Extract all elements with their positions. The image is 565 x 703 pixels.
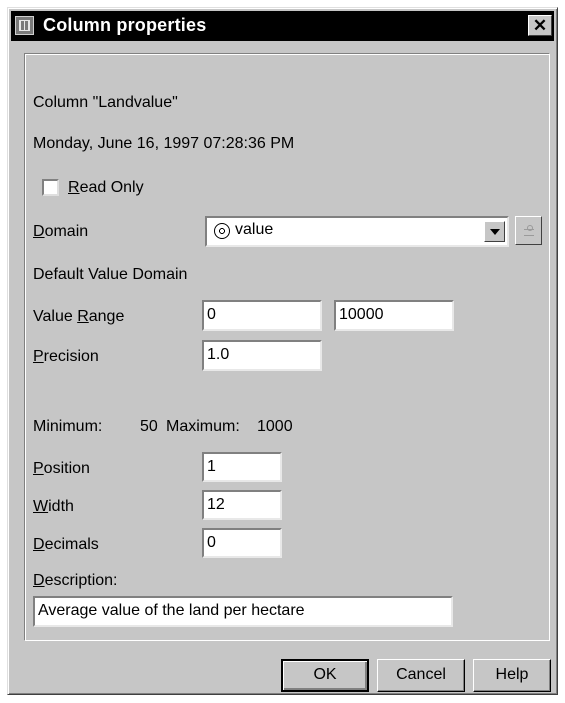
column-properties-dialog: Column properties ✕ Column "Landvalue" M… bbox=[7, 7, 558, 695]
domain-edit-button[interactable] bbox=[515, 216, 542, 245]
read-only-checkbox[interactable] bbox=[42, 179, 59, 196]
width-label: Width bbox=[33, 498, 74, 515]
dialog-title: Column properties bbox=[43, 15, 207, 35]
timestamp-label: Monday, June 16, 1997 07:28:36 PM bbox=[33, 135, 295, 152]
decimals-input[interactable]: 0 bbox=[202, 528, 282, 558]
width-input[interactable]: 12 bbox=[202, 490, 282, 520]
value-range-label: Value Range bbox=[33, 308, 125, 325]
minimum-value: 50 bbox=[140, 418, 158, 435]
precision-input[interactable]: 1.0 bbox=[202, 340, 322, 371]
title-bar[interactable]: Column properties ✕ bbox=[11, 11, 554, 41]
decimals-label: Decimals bbox=[33, 536, 99, 553]
close-icon: ✕ bbox=[532, 16, 548, 35]
default-domain-label: Default Value Domain bbox=[33, 266, 188, 283]
maximum-label: Maximum: bbox=[166, 418, 240, 435]
precision-label: Precision bbox=[33, 348, 99, 365]
close-button[interactable]: ✕ bbox=[528, 15, 552, 36]
domain-value-icon bbox=[214, 223, 230, 239]
description-input[interactable]: Average value of the land per hectare bbox=[33, 596, 453, 627]
description-label: Description: bbox=[33, 572, 118, 589]
ok-button[interactable]: OK bbox=[281, 659, 369, 692]
position-input[interactable]: 1 bbox=[202, 452, 282, 482]
value-range-max-input[interactable]: 10000 bbox=[334, 300, 454, 331]
read-only-label[interactable]: Read Only bbox=[68, 179, 144, 197]
table-icon bbox=[15, 16, 34, 35]
cancel-button[interactable]: Cancel bbox=[377, 659, 465, 692]
dropdown-arrow-button[interactable] bbox=[484, 221, 505, 242]
domain-label: Domain bbox=[33, 223, 89, 240]
domain-selected-value: value bbox=[235, 221, 274, 238]
minimum-label: Minimum: bbox=[33, 418, 103, 435]
domain-select[interactable]: value bbox=[205, 216, 509, 247]
maximum-value: 1000 bbox=[257, 418, 293, 435]
value-range-min-input[interactable]: 0 bbox=[202, 300, 322, 331]
help-button[interactable]: Help bbox=[473, 659, 551, 692]
column-name-label: Column "Landvalue" bbox=[33, 94, 178, 111]
position-label: Position bbox=[33, 460, 90, 477]
